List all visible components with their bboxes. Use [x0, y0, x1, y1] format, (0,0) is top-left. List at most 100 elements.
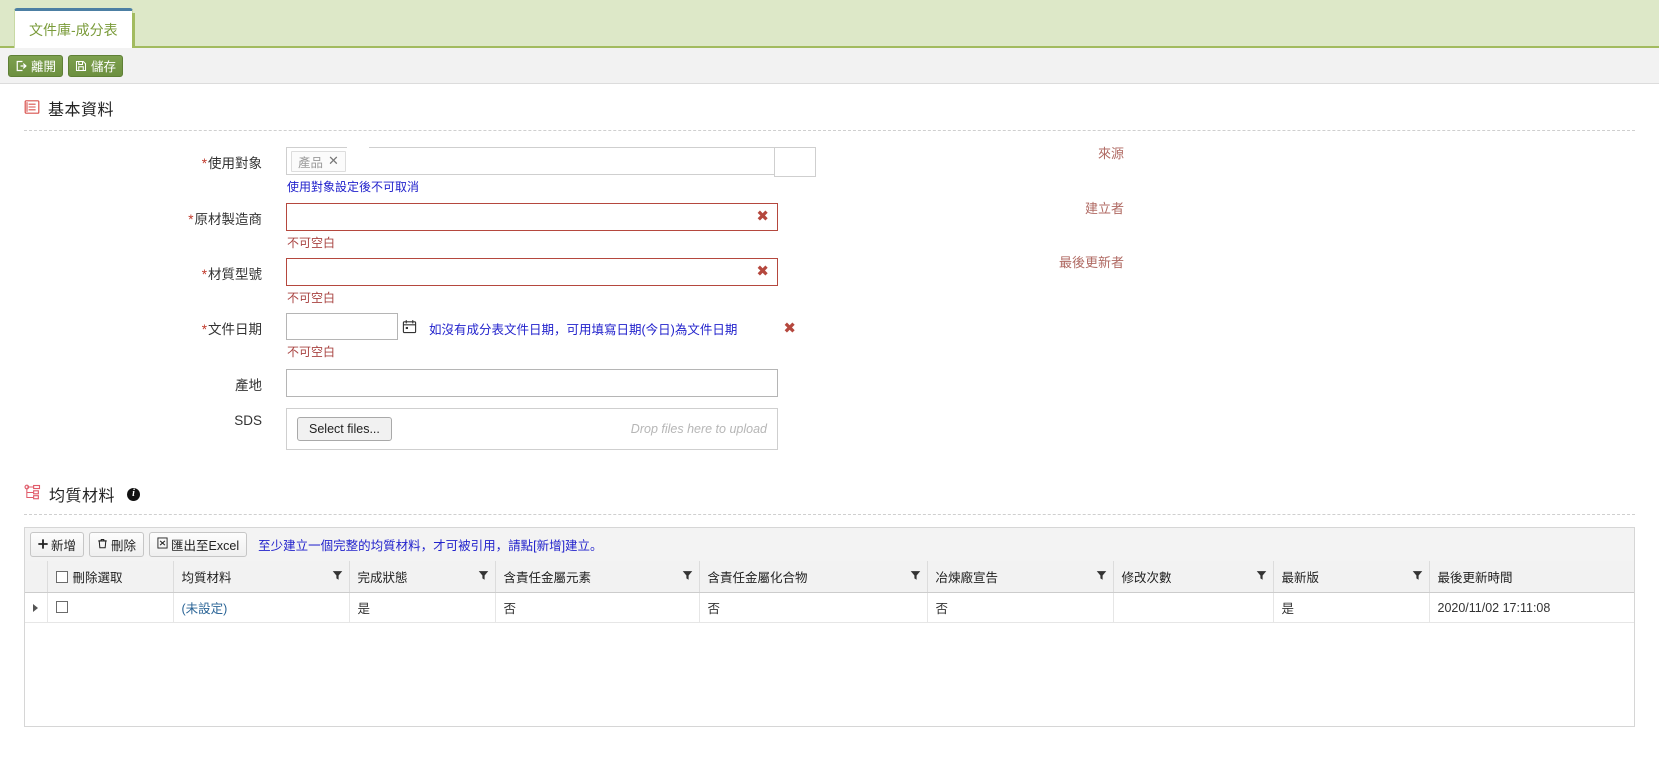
- chip-remove-icon[interactable]: ✕: [328, 153, 339, 169]
- select-header-wrap: 刪除選取: [55, 567, 123, 586]
- grid-toolbar-wrap: 新增 刪除 匯出至Excel 至少建立一個完整的均質材料，才可被引用，請點[新增…: [24, 527, 1635, 561]
- col-latest-label: 最新版: [1281, 571, 1320, 585]
- save-label: 儲存: [91, 60, 117, 74]
- form-row-usage-target: *使用對象 產品 ✕ 使用對象設定後不可取消: [24, 146, 1635, 195]
- chip-cover: [347, 146, 369, 150]
- col-select-label: 刪除選取: [72, 571, 123, 585]
- exit-icon: [15, 60, 27, 72]
- action-bar: 離開 儲存: [0, 48, 1659, 84]
- filter-icon[interactable]: [1256, 570, 1267, 584]
- list-icon: [24, 99, 40, 118]
- export-excel-label: 匯出至Excel: [171, 539, 240, 553]
- sds-field: Select files... Drop files here to uploa…: [286, 408, 778, 450]
- sds-dropzone[interactable]: Select files... Drop files here to uploa…: [286, 408, 778, 450]
- homogeneous-material-divider: [24, 514, 1635, 515]
- tab-strip: 文件庫-成分表: [0, 0, 1659, 48]
- form-row-doc-date: *文件日期 如沒有成分表文件日期，可用填寫日期(今日)為文件日期 不可空白 ✖ …: [24, 255, 1635, 360]
- origin-field: [286, 369, 778, 397]
- grid-toolbar: 新增 刪除 匯出至Excel 至少建立一個完整的均質材料，才可被引用，請點[新增…: [24, 527, 1635, 561]
- save-button[interactable]: 儲存: [68, 54, 124, 77]
- doc-date-label-text: 文件日期: [208, 322, 262, 337]
- row-revisions-cell: [1113, 592, 1274, 623]
- filter-icon[interactable]: [1096, 570, 1107, 584]
- manufacturer-label: *原材製造商: [24, 203, 286, 228]
- sitemap-icon: [24, 484, 41, 504]
- material-model-error: 不可空白: [287, 291, 336, 305]
- filter-icon[interactable]: [332, 570, 343, 584]
- excel-icon: [157, 537, 168, 552]
- doc-date-input[interactable]: [286, 313, 398, 340]
- exit-button[interactable]: 離開: [8, 54, 64, 77]
- manufacturer-clear-icon[interactable]: ✖: [756, 208, 769, 226]
- delete-label: 刪除: [111, 539, 137, 553]
- material-model-field: ✖ 不可空白: [286, 258, 778, 306]
- expand-row-icon[interactable]: [33, 603, 39, 612]
- plus-icon: [38, 538, 48, 552]
- col-updated: 最後更新時間: [1429, 561, 1634, 593]
- basic-data-form: *使用對象 產品 ✕ 使用對象設定後不可取消 *原材製造商 ✖ 不可空白 來源 …: [24, 135, 1635, 450]
- homogeneous-material-title: 均質材料: [49, 488, 116, 505]
- col-revisions: 修改次數: [1113, 561, 1274, 593]
- last-updater-label: 最後更新者: [1058, 255, 1124, 270]
- row-select-cell: [47, 592, 174, 623]
- calendar-icon[interactable]: [399, 313, 419, 340]
- add-button[interactable]: 新增: [30, 532, 85, 557]
- usage-target-tag-input[interactable]: 產品 ✕: [286, 146, 816, 177]
- page-body: 基本資料 *使用對象 產品 ✕ 使用對象設定後不可取消 *原材製造商 ✖ 不可空…: [0, 84, 1659, 764]
- sds-drop-hint: Drop files here to upload: [630, 422, 767, 436]
- col-done-label: 完成狀態: [357, 571, 408, 585]
- grid-toolbar-note: 至少建立一個完整的均質材料，才可被引用，請點[新增]建立。: [258, 539, 603, 553]
- table-row[interactable]: (未設定) 是 否 否 否 是 2020/11/02 17:11:08: [25, 592, 1634, 623]
- col-revisions-label: 修改次數: [1121, 571, 1172, 585]
- delete-button[interactable]: 刪除: [89, 532, 145, 557]
- form-row-sds: SDS Select files... Drop files here to u…: [24, 408, 1635, 450]
- required-marker: *: [201, 322, 207, 337]
- col-latest: 最新版: [1273, 561, 1430, 593]
- material-model-input[interactable]: [286, 258, 778, 286]
- material-model-label: *材質型號: [24, 258, 286, 283]
- doc-date-clear-icon[interactable]: ✖: [783, 320, 796, 338]
- col-smelter-label: 冶煉廠宣告: [935, 571, 999, 585]
- trash-icon: [97, 538, 108, 552]
- manufacturer-input[interactable]: [286, 203, 778, 231]
- select-files-button[interactable]: Select files...: [297, 417, 392, 441]
- form-row-origin: 產地: [24, 369, 1635, 397]
- tab-document-library-composition[interactable]: 文件庫-成分表: [14, 8, 135, 48]
- basic-data-divider: [24, 130, 1635, 131]
- col-element-label: 含責任金屬元素: [503, 571, 592, 585]
- col-select: 刪除選取: [47, 561, 174, 593]
- info-icon[interactable]: i: [127, 487, 141, 501]
- doc-date-row: 如沒有成分表文件日期，可用填寫日期(今日)為文件日期: [286, 313, 778, 340]
- required-marker: *: [201, 156, 207, 171]
- material-model-label-text: 材質型號: [208, 267, 262, 282]
- sds-label-text: SDS: [234, 413, 262, 428]
- grid-header: 刪除選取 均質材料 完成狀態 含責任金屬元素 含責任金屬化合物 冶煉廠宣告 修改…: [25, 561, 1634, 593]
- col-compound-label: 含責任金屬化合物: [707, 571, 808, 585]
- origin-input[interactable]: [286, 369, 778, 397]
- filter-icon[interactable]: [478, 570, 489, 584]
- row-expand-cell: [25, 592, 48, 623]
- col-done: 完成狀態: [349, 561, 496, 593]
- creator-label: 建立者: [1084, 201, 1124, 216]
- basic-data-section: 基本資料 *使用對象 產品 ✕ 使用對象設定後不可取消 *原材製造商 ✖ 不可空…: [0, 84, 1659, 450]
- filter-icon[interactable]: [682, 570, 693, 584]
- col-smelter: 冶煉廠宣告: [927, 561, 1114, 593]
- grid-table: 刪除選取 均質材料 完成狀態 含責任金屬元素 含責任金屬化合物 冶煉廠宣告 修改…: [25, 561, 1634, 623]
- row-latest-cell: 是: [1273, 592, 1430, 623]
- export-excel-button[interactable]: 匯出至Excel: [149, 532, 248, 557]
- filter-icon[interactable]: [1412, 570, 1423, 584]
- required-marker: *: [188, 212, 194, 227]
- select-all-checkbox[interactable]: [55, 570, 68, 583]
- row-checkbox[interactable]: [55, 600, 68, 613]
- manufacturer-field: ✖ 不可空白: [286, 203, 778, 251]
- material-model-clear-icon[interactable]: ✖: [756, 263, 769, 281]
- form-row-manufacturer: *原材製造商 ✖ 不可空白 來源: [24, 146, 1635, 251]
- col-element: 含責任金屬元素: [495, 561, 700, 593]
- col-material: 均質材料: [173, 561, 350, 593]
- grid-header-row: 刪除選取 均質材料 完成狀態 含責任金屬元素 含責任金屬化合物 冶煉廠宣告 修改…: [25, 561, 1634, 593]
- usage-target-field: 產品 ✕ 使用對象設定後不可取消: [286, 146, 816, 195]
- filter-icon[interactable]: [910, 570, 921, 584]
- sds-label: SDS: [24, 408, 286, 428]
- material-link[interactable]: (未設定): [182, 602, 228, 616]
- col-expand: [25, 561, 48, 593]
